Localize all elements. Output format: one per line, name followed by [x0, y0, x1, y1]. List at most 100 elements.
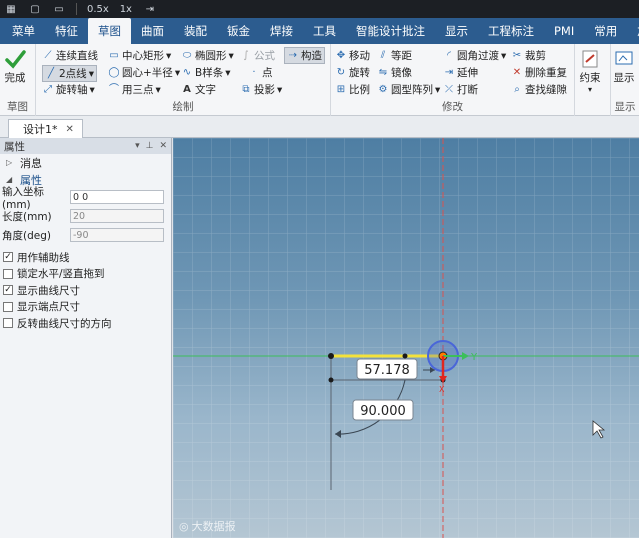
rotate-button[interactable]: ↻ 旋转: [335, 65, 370, 80]
endpoint[interactable]: [402, 353, 408, 359]
display-label: 显示: [613, 72, 635, 84]
scale-button[interactable]: ⊞ 比例: [335, 82, 370, 97]
endpoint[interactable]: [328, 377, 334, 383]
checkbox-show-curve-dims[interactable]: ✓ 显示曲线尺寸: [0, 282, 171, 299]
group-constrain: 约束 ▾: [575, 44, 611, 116]
continuous-line-button[interactable]: ⟋ 连续直线: [42, 48, 99, 63]
coordinate-input[interactable]: [70, 190, 164, 204]
angle-input[interactable]: [70, 228, 164, 242]
window-icon[interactable]: ▢: [28, 2, 42, 16]
constrain-button[interactable]: 约束 ▾: [579, 48, 601, 94]
grid-icon[interactable]: ▦: [4, 2, 18, 16]
delete-duplicate-button[interactable]: ✕ 删除重复: [511, 65, 567, 80]
chevron-down-icon: ▾: [155, 83, 161, 96]
zoom-one-button[interactable]: 1x: [119, 2, 133, 16]
find-gap-button[interactable]: ⌕ 查找缝隙: [511, 82, 567, 97]
text-button[interactable]: A 文字: [181, 82, 216, 97]
tab-engineering-dimension[interactable]: 工程标注: [478, 18, 544, 44]
tab-common[interactable]: 常用: [584, 18, 627, 44]
circular-array-label: 圆型阵列: [391, 84, 433, 96]
center-radius-button[interactable]: ◯ 圆心+半径 ▾: [108, 65, 180, 80]
tab-weld[interactable]: 焊接: [260, 18, 303, 44]
point-button[interactable]: · 点: [248, 65, 273, 80]
tab-surface[interactable]: 曲面: [131, 18, 174, 44]
tab-sketch[interactable]: 草图: [88, 18, 131, 44]
group-display-label: 显示: [614, 101, 636, 113]
chevron-down-icon: ▾: [501, 49, 507, 62]
move-button[interactable]: ✥ 移动: [335, 48, 370, 63]
rectangle-icon: ▭: [109, 49, 119, 61]
watermark-logo-icon: ◎: [179, 519, 189, 533]
trim-button[interactable]: ✂ 裁剪: [511, 48, 546, 63]
document-tab[interactable]: 设计1* ✕: [8, 119, 83, 138]
ellipse-icon: ⬭: [182, 49, 192, 61]
construct-label: 构造: [301, 50, 322, 62]
chevron-down-icon: ▾: [435, 83, 441, 96]
construct-toggle[interactable]: ⇢ 构造: [284, 47, 325, 64]
tab-menu[interactable]: 菜单: [2, 18, 45, 44]
b-spline-button[interactable]: ∿ B样条 ▾: [181, 65, 231, 80]
checkbox-reverse-dim-direction[interactable]: 反转曲线尺寸的方向: [0, 315, 171, 332]
monitor-icon[interactable]: ▭: [52, 2, 66, 16]
checkbox-box[interactable]: [3, 301, 13, 312]
checkmark-icon: [5, 50, 26, 69]
offset-button[interactable]: ⫽ 等距: [377, 48, 412, 63]
tab-pmi[interactable]: PMI: [544, 18, 584, 44]
chevron-down-icon: ▾: [228, 49, 234, 62]
rotate-axis-button[interactable]: ⤢ 旋转轴 ▾: [42, 82, 95, 97]
finish-button[interactable]: 完成: [4, 48, 26, 85]
tab-display[interactable]: 显示: [435, 18, 478, 44]
rotate-label: 旋转: [349, 67, 370, 79]
fillet-icon: ◜: [447, 49, 451, 61]
ellipse-button[interactable]: ⬭ 椭圆形 ▾: [181, 48, 234, 63]
display-button[interactable]: 显示: [613, 48, 635, 85]
endpoint-start[interactable]: [328, 353, 334, 359]
dropdown-icon[interactable]: ▾: [135, 141, 140, 151]
close-icon[interactable]: ✕: [159, 141, 167, 151]
break-button[interactable]: ⤫ 打断: [443, 82, 478, 97]
ribbon: 完成 草图 ⟋ 连续直线 ▭ 中心矩形 ▾ ⬭ 椭圆形 ▾ ∫ 公式 ⇢ 构造 ╱ 2点线 ▾ ◯…: [0, 44, 639, 116]
sketch-grid: [173, 138, 639, 538]
chevron-down-icon: ▾: [166, 49, 172, 62]
checkbox-lock-hv[interactable]: 锁定水平/竖直拖到: [0, 266, 171, 283]
sketch-viewport[interactable]: Y X 57.178 90.000 ◎ 大数据报: [173, 138, 639, 538]
mirror-button[interactable]: ⇋ 镜像: [377, 65, 412, 80]
point-label: 点: [262, 67, 273, 79]
offset-icon: ⫽: [380, 49, 386, 61]
b-spline-label: B样条: [195, 67, 224, 79]
close-icon[interactable]: ✕: [66, 124, 74, 135]
project-button[interactable]: ⧉ 投影 ▾: [240, 82, 282, 97]
fillet-button[interactable]: ◜ 圆角过渡 ▾: [443, 48, 506, 63]
section-messages[interactable]: ▷ 消息: [0, 154, 171, 171]
center-rect-button[interactable]: ▭ 中心矩形 ▾: [108, 48, 171, 63]
three-point-button[interactable]: ⌒ 用三点 ▾: [108, 82, 161, 97]
extend-button[interactable]: ⇥ 延伸: [443, 65, 478, 80]
tab-tools[interactable]: 工具: [303, 18, 346, 44]
chevron-down-icon: ▾: [277, 83, 283, 96]
tab-feature[interactable]: 特征: [45, 18, 88, 44]
zoom-half-button[interactable]: 0.5x: [87, 2, 109, 16]
tab-smart-annotation[interactable]: 智能设计批注: [346, 18, 435, 44]
formula-button[interactable]: ∫ 公式: [240, 48, 275, 63]
tab-addins[interactable]: 加载: [627, 18, 639, 44]
checkbox-box[interactable]: ✓: [3, 285, 13, 296]
checkbox-box[interactable]: [3, 318, 13, 329]
circular-array-button[interactable]: ⚙ 圆型阵列 ▾: [377, 82, 441, 97]
tab-assembly[interactable]: 装配: [174, 18, 217, 44]
two-point-line-button[interactable]: ╱ 2点线 ▾: [42, 65, 97, 82]
checkbox-box[interactable]: [3, 268, 13, 279]
pin-icon[interactable]: ⇥: [143, 2, 157, 16]
break-icon: ⤫: [445, 83, 453, 95]
angle-field-row: 角度(deg): [0, 226, 171, 244]
title-bar: ▦ ▢ ▭ 0.5x 1x ⇥: [0, 0, 639, 18]
project-icon: ⧉: [242, 83, 250, 95]
checkbox-box[interactable]: ✓: [3, 252, 13, 263]
sketch-canvas[interactable]: Y X 57.178 90.000: [173, 138, 639, 538]
group-modify: ✥ 移动 ⫽ 等距 ◜ 圆角过渡 ▾ ✂ 裁剪 ↻ 旋转 ⇋ 镜像 ⇥ 延伸 ✕ 删除重复 ⊞ 比例…: [331, 44, 575, 116]
checkbox-construction-line[interactable]: ✓ 用作辅助线: [0, 249, 171, 266]
tab-sheetmetal[interactable]: 钣金: [217, 18, 260, 44]
length-input[interactable]: [70, 209, 164, 223]
line-icon: ╱: [47, 67, 55, 79]
checkbox-show-endpoint-dims[interactable]: 显示端点尺寸: [0, 299, 171, 316]
pin-icon[interactable]: ⊥: [146, 141, 154, 151]
